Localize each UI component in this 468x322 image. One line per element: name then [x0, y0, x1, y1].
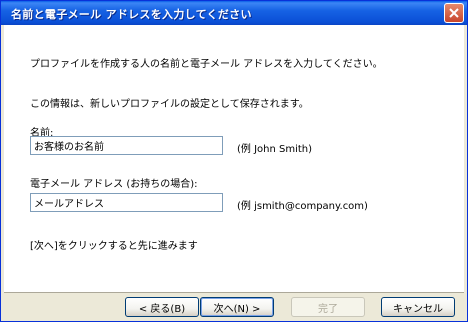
cancel-button[interactable]: キャンセル	[381, 297, 455, 317]
profile-wizard-dialog: 名前と電子メール アドレスを入力してください プロファイルを作成する人の名前と電…	[0, 0, 468, 322]
email-label: 電子メール アドレス (お持ちの場合):	[30, 179, 198, 190]
window-title: 名前と電子メール アドレスを入力してください	[11, 8, 252, 21]
wizard-content: プロファイルを作成する人の名前と電子メール アドレスを入力してください。 この情…	[4, 25, 464, 292]
close-button[interactable]	[444, 3, 464, 23]
intro-text: プロファイルを作成する人の名前と電子メール アドレスを入力してください。	[30, 59, 383, 70]
instruction-text: [次へ]をクリックすると先に進みます	[30, 241, 198, 252]
close-icon	[449, 8, 459, 18]
back-button[interactable]: < 戻る(B)	[125, 297, 199, 317]
name-example: (例 John Smith)	[237, 144, 313, 155]
next-button[interactable]: 次へ(N) >	[200, 297, 274, 317]
email-example: (例 jsmith@company.com)	[237, 201, 368, 212]
email-input[interactable]	[30, 193, 223, 212]
footer-divider	[4, 292, 464, 293]
info-text: この情報は、新しいプロファイルの設定として保存されます。	[30, 99, 309, 110]
finish-button[interactable]: 完了	[291, 297, 365, 317]
title-bar[interactable]: 名前と電子メール アドレスを入力してください	[1, 1, 467, 25]
name-input[interactable]	[30, 136, 223, 155]
